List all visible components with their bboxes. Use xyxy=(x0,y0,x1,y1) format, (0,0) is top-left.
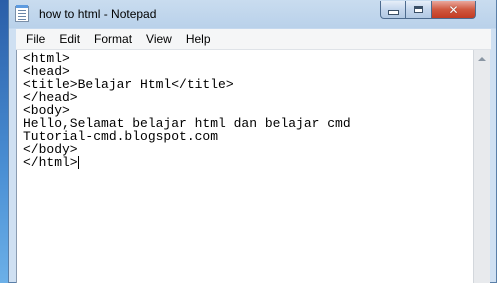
menu-view[interactable]: View xyxy=(139,29,179,49)
menu-format[interactable]: Format xyxy=(87,29,139,49)
notepad-window: how to html - Notepad ✕ File Edit Format… xyxy=(8,0,497,283)
maximize-icon xyxy=(414,6,423,13)
vertical-scrollbar[interactable] xyxy=(473,50,490,283)
menu-help[interactable]: Help xyxy=(179,29,218,49)
text-caret xyxy=(77,156,79,169)
window-title: how to html - Notepad xyxy=(39,7,157,21)
title-bar[interactable]: how to html - Notepad ✕ xyxy=(9,0,496,29)
scroll-up-arrow-icon xyxy=(478,56,486,61)
text-editor-area[interactable]: <html> <head> <title>Belajar Html</title… xyxy=(16,50,473,283)
menu-edit[interactable]: Edit xyxy=(52,29,87,49)
menu-file[interactable]: File xyxy=(16,29,52,49)
minimize-icon xyxy=(387,10,399,15)
close-button[interactable]: ✕ xyxy=(432,1,476,19)
close-icon: ✕ xyxy=(448,2,459,17)
menu-bar: File Edit Format View Help xyxy=(16,29,491,50)
scroll-up-button[interactable] xyxy=(474,50,490,67)
editor-content[interactable]: <html> <head> <title>Belajar Html</title… xyxy=(23,51,351,170)
minimize-button[interactable] xyxy=(380,1,406,19)
maximize-button[interactable] xyxy=(406,1,432,19)
notepad-icon[interactable] xyxy=(15,5,29,22)
